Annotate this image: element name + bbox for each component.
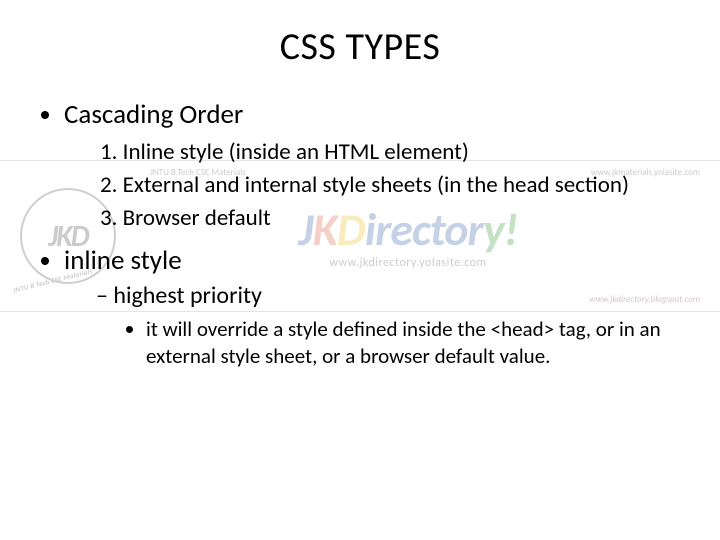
- bullet-inline-style: inline style highest priority it will ov…: [64, 244, 680, 371]
- dash-label: highest priority: [113, 281, 261, 310]
- numbered-list: 1. Inline style (inside an HTML element)…: [64, 137, 680, 234]
- dash-item-priority: highest priority it will override a styl…: [96, 281, 680, 371]
- bullet-list-top: Cascading Order 1. Inline style (inside …: [40, 98, 680, 371]
- bullet-label: inline style: [64, 244, 182, 277]
- num-item-3: 3. Browser default: [100, 203, 680, 234]
- num-item-1: 1. Inline style (inside an HTML element): [100, 137, 680, 168]
- num-item-2: 2. External and internal style sheets (i…: [100, 170, 680, 201]
- slide-title: CSS TYPES: [40, 24, 680, 70]
- bullet-cascading-order: Cascading Order 1. Inline style (inside …: [64, 98, 680, 234]
- sub-bullet-override: it will override a style defined inside …: [146, 316, 680, 371]
- dash-list: highest priority it will override a styl…: [64, 281, 680, 371]
- sub-bullet-list: it will override a style defined inside …: [96, 316, 680, 371]
- bullet-label: Cascading Order: [64, 98, 243, 131]
- slide-content: CSS TYPES Cascading Order 1. Inline styl…: [0, 0, 720, 371]
